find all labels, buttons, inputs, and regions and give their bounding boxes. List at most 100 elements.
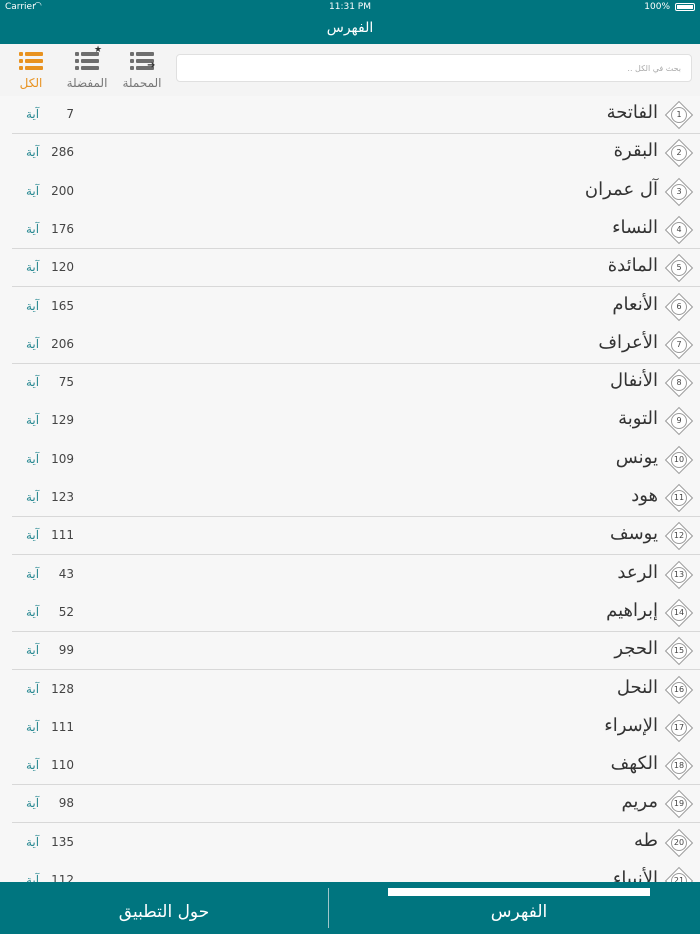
status-bar: Carrier ◠ 11:31 PM 100%	[0, 0, 700, 14]
surah-row[interactable]: آية 120 المائدة 5	[0, 249, 700, 288]
surah-name: البقرة	[613, 140, 658, 162]
surah-row[interactable]: آية 165 الأنعام 6	[0, 288, 700, 326]
surah-number: 18	[671, 758, 687, 775]
surah-name: الكهف	[610, 753, 658, 775]
ayah-count: 112	[51, 873, 74, 882]
ayah-count: 176	[51, 221, 74, 236]
ayah-count: 98	[58, 796, 74, 811]
surah-number: 21	[671, 873, 687, 882]
ayah-count: 128	[51, 681, 74, 696]
filter-downloaded-label: المحملة	[122, 76, 162, 90]
surah-name: النحل	[616, 676, 658, 698]
surah-number-badge: 17	[664, 713, 694, 742]
tab-bar: حول التطبيق الفهرس	[0, 882, 700, 934]
surah-row[interactable]: آية 286 البقرة 2	[0, 134, 700, 172]
ayah-label: آية	[26, 796, 40, 811]
ayah-label: آية	[26, 643, 40, 658]
surah-row[interactable]: آية 75 الأنفال 8	[0, 364, 700, 402]
surah-row[interactable]: آية 176 النساء 4	[0, 211, 700, 249]
ayah-count: 286	[51, 145, 74, 160]
surah-number: 3	[671, 183, 687, 200]
filter-favorites-button[interactable]: ★ المفضلة	[62, 45, 112, 92]
ayah-label: آية	[26, 145, 40, 160]
surah-number: 7	[671, 336, 687, 353]
surah-row[interactable]: آية 128 النحل 16	[0, 671, 700, 709]
ayah-count: 123	[51, 490, 74, 504]
tab-index[interactable]: الفهرس	[388, 902, 650, 922]
ayah-count: 52	[58, 604, 74, 619]
surah-number-badge: 6	[664, 292, 694, 321]
surah-number-badge: 12	[664, 522, 694, 551]
surah-row[interactable]: آية 111 الإسراء 17	[0, 709, 700, 747]
surah-number-badge: 13	[664, 560, 694, 589]
filter-all-button[interactable]: الكل	[6, 48, 56, 92]
surah-name: الأنفال	[610, 370, 658, 392]
surah-number-badge: 14	[664, 598, 694, 628]
surah-number-badge: 15	[664, 637, 694, 666]
surah-number: 17	[671, 719, 687, 736]
favorite-list-icon: ★	[75, 45, 102, 74]
search-input[interactable]: بحث في الكل ..	[176, 54, 692, 82]
ayah-label: آية	[26, 681, 40, 696]
ayah-label: آية	[26, 490, 40, 504]
surah-name: الإسراء	[604, 714, 658, 736]
surah-name: إبراهيم	[606, 599, 658, 621]
surah-row[interactable]: آية 99 الحجر 15	[0, 632, 700, 671]
surah-row[interactable]: آية 43 الرعد 13	[0, 556, 700, 594]
surah-number-badge: 5	[664, 254, 694, 283]
surah-row[interactable]: آية 110 الكهف 18	[0, 747, 700, 786]
surah-number: 20	[671, 834, 687, 851]
surah-number: 6	[671, 298, 687, 315]
ayah-label: آية	[26, 834, 40, 849]
ayah-count: 99	[58, 643, 74, 658]
ayah-count: 165	[51, 298, 74, 313]
surah-number: 11	[671, 490, 687, 506]
ayah-label: آية	[26, 566, 40, 581]
surah-name: هود	[631, 485, 658, 506]
filter-downloaded-button[interactable]: ➜ المحملة	[117, 48, 167, 92]
surah-number: 8	[671, 375, 687, 392]
surah-row[interactable]: آية 109 يونس 10	[0, 441, 700, 479]
surah-name: طه	[634, 829, 658, 851]
star-icon: ★	[94, 45, 103, 55]
ayah-count: 111	[51, 719, 74, 734]
surah-number-badge: 20	[664, 828, 694, 857]
surah-number-badge: 19	[664, 790, 694, 819]
ayah-label: آية	[26, 221, 40, 236]
surah-name: الأنبياء	[612, 868, 658, 882]
surah-number-badge: 16	[664, 675, 694, 704]
filter-favorites-label: المفضلة	[66, 76, 108, 90]
tab-about[interactable]: حول التطبيق	[0, 902, 328, 922]
surah-name: الحجر	[614, 638, 658, 660]
surah-number: 1	[671, 107, 687, 123]
surah-row[interactable]: آية 129 التوبة 9	[0, 402, 700, 440]
surah-row[interactable]: آية 123 هود 11	[0, 479, 700, 517]
ayah-label: آية	[26, 604, 40, 619]
surah-number: 14	[671, 604, 687, 621]
surah-number-badge: 11	[664, 483, 694, 513]
active-tab-indicator	[388, 888, 650, 896]
surah-number-badge: 4	[664, 215, 694, 245]
list-icon	[19, 50, 43, 74]
surah-row[interactable]: آية 112 الأنبياء 21	[0, 862, 700, 882]
tab-divider	[328, 888, 329, 928]
surah-name: الأعراف	[598, 331, 658, 353]
surah-list[interactable]: آية 7 الفاتحة 1 آية 286 البقرة 2 آية 200 آل عمران 3…	[0, 96, 700, 882]
download-arrow-icon: ➜	[147, 60, 156, 71]
ayah-count: 7	[66, 107, 74, 121]
surah-row[interactable]: آية 206 الأعراف 7	[0, 326, 700, 364]
surah-number-badge: 7	[664, 330, 694, 359]
ayah-label: آية	[26, 375, 40, 390]
surah-row[interactable]: آية 52 إبراهيم 14	[0, 594, 700, 632]
download-list-icon: ➜	[130, 50, 156, 74]
surah-row[interactable]: آية 98 مريم 19	[0, 785, 700, 824]
surah-row[interactable]: آية 111 يوسف 12	[0, 517, 700, 556]
ayah-count: 129	[51, 413, 74, 428]
ayah-count: 43	[58, 566, 74, 581]
surah-number-badge: 8	[664, 368, 694, 398]
surah-number: 4	[671, 221, 687, 238]
surah-row[interactable]: آية 135 طه 20	[0, 824, 700, 862]
surah-row[interactable]: آية 7 الفاتحة 1	[0, 96, 700, 134]
surah-row[interactable]: آية 200 آل عمران 3	[0, 173, 700, 211]
ayah-label: آية	[26, 873, 40, 882]
